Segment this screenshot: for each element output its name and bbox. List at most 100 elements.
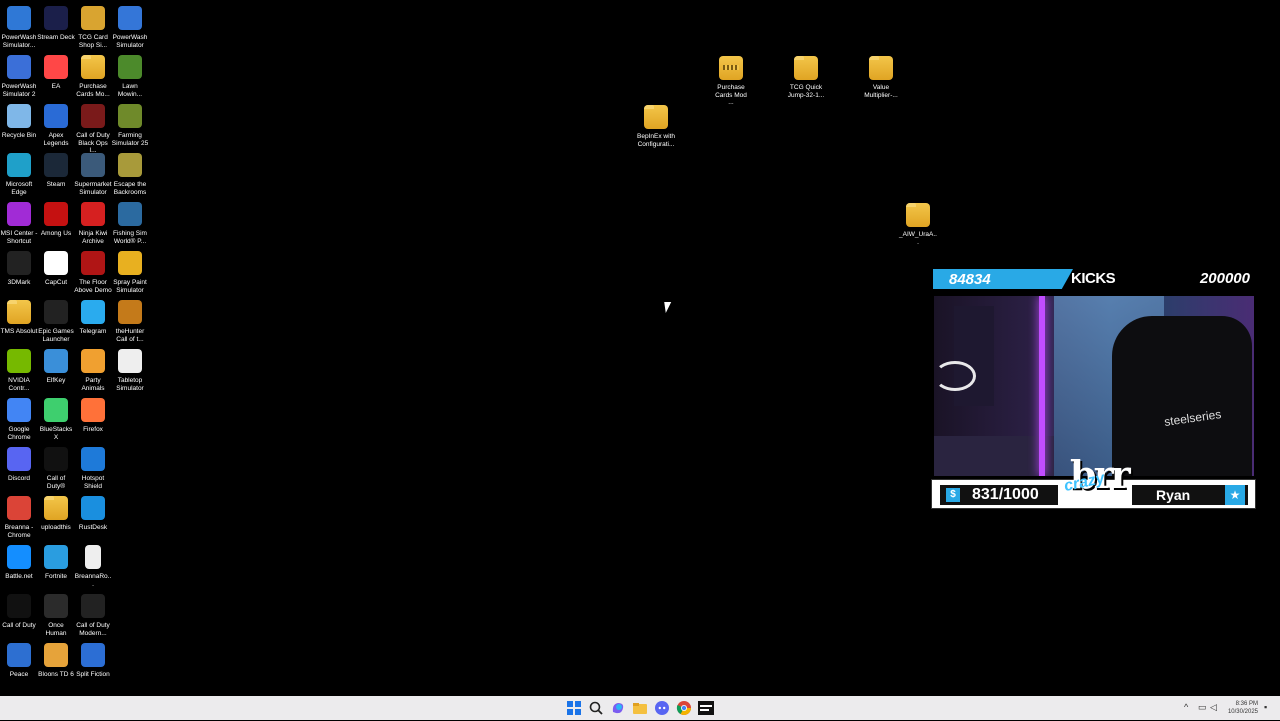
desktop-shortcut[interactable]: BreannaRo... xyxy=(74,543,112,589)
desktop-shortcut[interactable]: BepInEx with Configurati... xyxy=(637,103,675,149)
desktop-shortcut-label: PowerWash Simulator... xyxy=(1,34,37,49)
desktop-shortcut-label: Stream Deck xyxy=(37,34,75,41)
webcam-led-strip xyxy=(1039,296,1045,476)
powerwash2-icon xyxy=(7,55,31,79)
desktop-shortcut[interactable]: Steam xyxy=(37,151,75,197)
desktop-shortcut[interactable]: Fortnite xyxy=(37,543,75,589)
webcam-shelf xyxy=(954,306,994,406)
chrome-icon[interactable] xyxy=(676,700,692,716)
desktop-shortcut[interactable]: PowerWash Simulator xyxy=(111,4,149,50)
desktop-shortcut[interactable]: Recycle Bin xyxy=(0,102,38,148)
desktop-shortcut-label: Hotspot Shield xyxy=(81,475,105,490)
firefox-icon xyxy=(81,398,105,422)
desktop-shortcut[interactable]: Google Chrome xyxy=(0,396,38,442)
desktop-shortcut[interactable]: Peace xyxy=(0,641,38,687)
webcam-feed: steelseries xyxy=(934,296,1254,476)
once-human-icon xyxy=(44,594,68,618)
file-explorer-icon[interactable] xyxy=(632,700,648,716)
streamer-name-plate: Ryan ★ xyxy=(1132,485,1248,505)
fishing-sim-icon xyxy=(118,202,142,226)
desktop-shortcut[interactable]: Stream Deck xyxy=(37,4,75,50)
desktop-shortcut-label: BreannaRo... xyxy=(74,573,112,588)
desktop-shortcut[interactable]: Hotspot Shield xyxy=(74,445,112,491)
sub-goal: $ 831/1000 xyxy=(940,485,1058,505)
desktop-shortcut-label: RustDesk xyxy=(78,524,108,531)
desktop-shortcut[interactable]: Call of Duty® xyxy=(37,445,75,491)
clock[interactable]: 8:36 PM 10/30/2025 xyxy=(1228,700,1258,716)
notification-icon[interactable]: ▪ xyxy=(1264,702,1267,712)
desktop-shortcut[interactable]: Battle.net xyxy=(0,543,38,589)
desktop-shortcut[interactable]: uploadthis xyxy=(37,494,75,540)
desktop-shortcut[interactable]: Apex Legends xyxy=(37,102,75,148)
desktop-shortcut[interactable]: Spray Paint Simulator xyxy=(111,249,149,295)
desktop-shortcut-label: BlueStacks X xyxy=(39,426,73,441)
desktop-shortcut[interactable]: ElfKey xyxy=(37,347,75,393)
desktop-shortcut-label: Among Us xyxy=(40,230,72,237)
desktop-shortcut[interactable]: The Floor Above Demo xyxy=(74,249,112,295)
desktop-shortcut[interactable]: Breanna - Chrome xyxy=(0,494,38,540)
desktop-shortcut[interactable]: Tabletop Simulator xyxy=(111,347,149,393)
desktop-shortcut[interactable]: Firefox xyxy=(74,396,112,442)
desktop-shortcut-label: PowerWash Simulator 2 xyxy=(1,83,37,98)
desktop-shortcut[interactable]: Once Human xyxy=(37,592,75,638)
desktop-shortcut[interactable]: Escape the Backrooms xyxy=(111,151,149,197)
desktop-shortcut[interactable]: Split Fiction xyxy=(74,641,112,687)
desktop-shortcut[interactable]: Ninja Kiwi Archive xyxy=(74,200,112,246)
desktop-shortcut[interactable]: PowerWash Simulator... xyxy=(0,4,38,50)
start-icon[interactable] xyxy=(566,700,582,716)
desktop-shortcut[interactable]: NVIDIA Contr... xyxy=(0,347,38,393)
desktop-shortcut[interactable]: Value Multiplier-... xyxy=(862,54,900,100)
apex-icon xyxy=(44,104,68,128)
desktop-shortcut[interactable]: Purchase Cards Mod ... xyxy=(712,54,750,106)
volume-icon[interactable]: ◁ xyxy=(1210,702,1217,713)
capcut-icon xyxy=(44,251,68,275)
desktop-shortcut[interactable]: Discord xyxy=(0,445,38,491)
desktop-shortcut[interactable]: Farming Simulator 25 xyxy=(111,102,149,148)
desktop-shortcut[interactable]: RustDesk xyxy=(74,494,112,540)
desktop-shortcut[interactable]: Telegram xyxy=(74,298,112,344)
ninja-kiwi-icon xyxy=(81,202,105,226)
desktop-shortcut[interactable]: TCG Card Shop Si... xyxy=(74,4,112,50)
desktop-shortcut[interactable]: Call of Duty Modern... xyxy=(74,592,112,638)
desktop-shortcut-label: Recycle Bin xyxy=(1,132,37,139)
desktop-shortcut[interactable]: TMS Absolut xyxy=(0,298,38,344)
desktop-shortcut[interactable]: Among Us xyxy=(37,200,75,246)
star-icon: ★ xyxy=(1225,485,1245,505)
search-icon[interactable] xyxy=(588,700,604,716)
overlay-top-bar: 84834 KICKS 200000 xyxy=(931,266,1256,289)
desktop-shortcut[interactable]: Bloons TD 6 xyxy=(37,641,75,687)
desktop-shortcut[interactable]: Purchase Cards Mo... xyxy=(74,53,112,99)
desktop-shortcut[interactable]: CapCut xyxy=(37,249,75,295)
cod-icon[interactable] xyxy=(698,700,714,716)
desktop-shortcut-label: Fortnite xyxy=(44,573,68,580)
desktop-shortcut[interactable]: _AIW_UraA... xyxy=(899,201,937,247)
desktop-shortcut[interactable]: Party Animals xyxy=(74,347,112,393)
desktop-shortcut[interactable]: theHunter Call of t... xyxy=(111,298,149,344)
copilot-icon[interactable] xyxy=(610,700,626,716)
desktop-shortcut[interactable]: Microsoft Edge xyxy=(0,151,38,197)
desktop-shortcut[interactable]: Epic Games Launcher xyxy=(37,298,75,344)
desktop-shortcut[interactable]: Call of Duty Black Ops I... xyxy=(74,102,112,154)
desktop-shortcut-label: Battle.net xyxy=(5,573,33,580)
discord-icon[interactable] xyxy=(654,700,670,716)
display-icon[interactable]: ▭ xyxy=(1198,702,1207,713)
tray-chevron-icon[interactable]: ^ xyxy=(1184,702,1188,712)
desktop-shortcut-label: Fishing Sim World® P... xyxy=(113,230,147,245)
desktop-shortcut[interactable]: Lawn Mowin... xyxy=(111,53,149,99)
desktop-shortcut[interactable]: Supermarket Simulator xyxy=(74,151,112,197)
desktop-shortcut-label: Ninja Kiwi Archive xyxy=(78,230,108,245)
dollar-icon: $ xyxy=(946,488,960,502)
desktop-shortcut[interactable]: MSI Center - Shortcut xyxy=(0,200,38,246)
desktop-shortcut-label: Telegram xyxy=(79,328,107,335)
desktop-shortcut-label: Split Fiction xyxy=(76,671,110,678)
epic-games-icon xyxy=(44,300,68,324)
desktop-shortcut[interactable]: PowerWash Simulator 2 xyxy=(0,53,38,99)
desktop-shortcut[interactable]: BlueStacks X xyxy=(37,396,75,442)
desktop-shortcut[interactable]: TCG Quick Jump-32-1... xyxy=(787,54,825,100)
desktop-shortcut[interactable]: EA xyxy=(37,53,75,99)
fortnite-icon xyxy=(44,545,68,569)
desktop-shortcut[interactable]: Fishing Sim World® P... xyxy=(111,200,149,246)
desktop-shortcut[interactable]: Call of Duty xyxy=(0,592,38,638)
desktop-shortcut[interactable]: 3DMark xyxy=(0,249,38,295)
zip-folder-icon xyxy=(719,56,743,80)
